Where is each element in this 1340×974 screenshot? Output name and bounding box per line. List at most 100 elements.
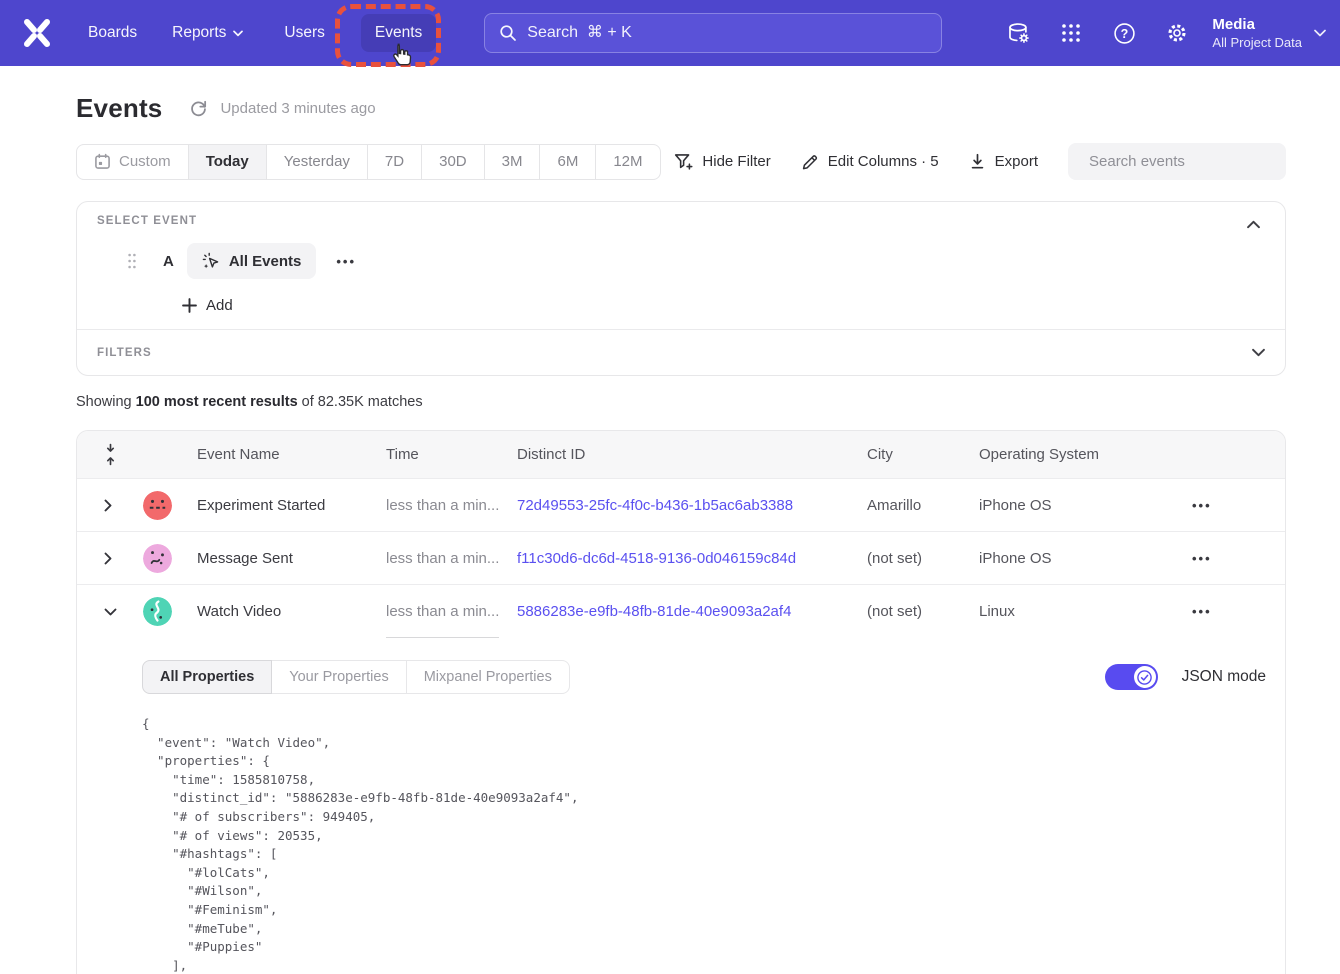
date-range-30d-label: 30D	[439, 153, 467, 170]
select-event-label: SELECT EVENT	[97, 215, 1265, 227]
mixpanel-logo-icon[interactable]	[20, 16, 54, 50]
results-summary-prefix: Showing	[76, 394, 136, 410]
table-row-expanded: Watch Video less than a min... 5886283e-…	[77, 585, 1285, 638]
time-cell: less than a min...	[386, 585, 517, 638]
apps-grid-icon[interactable]	[1058, 20, 1084, 46]
distinct-id-link[interactable]: f11c30d6-dc6d-4518-9136-0d046159c84d	[517, 550, 867, 567]
column-header-time[interactable]: Time	[386, 431, 517, 478]
refresh-icon[interactable]	[189, 99, 209, 119]
nav-item-users[interactable]: Users	[284, 24, 324, 42]
collapse-all-rows-icon[interactable]	[77, 443, 133, 466]
city-cell: Amarillo	[867, 497, 979, 514]
data-source-icon[interactable]	[1005, 20, 1031, 46]
date-range-12m[interactable]: 12M	[595, 145, 659, 179]
collapse-section-icon[interactable]	[1247, 216, 1265, 230]
row-collapse-icon[interactable]	[77, 608, 133, 616]
event-avatar	[143, 491, 172, 520]
hide-filter-button[interactable]: Hide Filter	[674, 153, 770, 171]
results-summary-count: 100 most recent results	[136, 394, 298, 410]
expand-section-icon[interactable]	[1252, 348, 1265, 357]
column-header-event-name[interactable]: Event Name	[181, 446, 386, 463]
project-switcher[interactable]: Media All Project Data	[1212, 15, 1326, 51]
add-event-label: Add	[206, 297, 233, 314]
svg-text:?: ?	[1121, 27, 1129, 41]
os-cell: iPhone OS	[979, 497, 1186, 514]
check-icon	[1137, 670, 1152, 685]
selected-event-button[interactable]: All Events	[187, 243, 317, 279]
row-more-options-icon[interactable]: •••	[1192, 604, 1212, 619]
date-range-6m[interactable]: 6M	[539, 145, 595, 179]
global-search-input[interactable]	[527, 24, 927, 42]
calendar-icon	[94, 153, 111, 170]
search-events-input[interactable]	[1089, 153, 1288, 170]
row-more-options-icon[interactable]: •••	[1192, 551, 1212, 566]
event-avatar	[143, 597, 172, 626]
nav-item-reports-label: Reports	[172, 24, 226, 42]
event-more-options-icon[interactable]: •••	[336, 254, 356, 269]
nav-item-boards[interactable]: Boards	[88, 24, 137, 42]
help-icon[interactable]: ?	[1111, 20, 1137, 46]
column-header-os[interactable]: Operating System	[979, 446, 1186, 463]
city-cell: (not set)	[867, 550, 979, 567]
column-header-distinct-id[interactable]: Distinct ID	[517, 446, 867, 463]
table-header-row: Event Name Time Distinct ID City Operati…	[77, 431, 1285, 479]
city-cell: (not set)	[867, 603, 979, 620]
tab-your-properties[interactable]: Your Properties	[271, 660, 406, 694]
results-summary: Showing 100 most recent results of 82.35…	[76, 394, 1286, 414]
json-mode-label: JSON mode	[1182, 668, 1266, 686]
tab-all-properties[interactable]: All Properties	[142, 660, 272, 694]
event-cursor-sparkle-icon	[202, 252, 220, 270]
top-navbar: Boards Reports Users Events	[0, 0, 1340, 66]
selected-event-label: All Events	[229, 253, 302, 270]
project-name: All Project Data	[1212, 34, 1302, 51]
download-icon	[969, 153, 986, 170]
filter-funnel-icon	[674, 153, 693, 171]
hide-filter-label: Hide Filter	[702, 153, 770, 170]
updated-timestamp: Updated 3 minutes ago	[220, 100, 375, 117]
date-range-30d[interactable]: 30D	[421, 145, 484, 179]
column-header-city[interactable]: City	[867, 446, 979, 463]
event-json-content: { "event": "Watch Video", "properties": …	[142, 715, 1266, 974]
chevron-down-icon	[233, 30, 243, 37]
distinct-id-link[interactable]: 72d49553-25fc-4f0c-b436-1b5ac6ab3388	[517, 497, 867, 514]
edit-columns-button[interactable]: Edit Columns · 5	[801, 153, 939, 171]
filters-section[interactable]: FILTERS	[77, 329, 1285, 375]
json-mode-toggle[interactable]	[1105, 664, 1158, 690]
date-range-7d[interactable]: 7D	[367, 145, 421, 179]
date-range-custom-label: Custom	[119, 153, 171, 170]
search-events-field[interactable]	[1068, 143, 1286, 180]
drag-handle-icon[interactable]	[127, 253, 137, 269]
event-row-letter: A	[163, 253, 174, 270]
date-range-3m[interactable]: 3M	[484, 145, 540, 179]
global-search[interactable]	[484, 13, 942, 53]
table-row: Experiment Started less than a min... 72…	[77, 479, 1285, 532]
export-label: Export	[995, 153, 1038, 170]
time-cell: less than a min...	[386, 532, 517, 584]
row-more-options-icon[interactable]: •••	[1192, 498, 1212, 513]
date-range-7d-label: 7D	[385, 153, 404, 170]
date-range-custom[interactable]: Custom	[77, 145, 188, 179]
distinct-id-link[interactable]: 5886283e-e9fb-48fb-81de-40e9093a2af4	[517, 603, 867, 620]
nav-item-events[interactable]: Events	[361, 14, 436, 52]
nav-item-users-label: Users	[284, 24, 324, 42]
row-expand-icon[interactable]	[77, 499, 133, 512]
export-button[interactable]: Export	[969, 153, 1038, 170]
nav-item-reports[interactable]: Reports	[172, 24, 243, 42]
date-range-yesterday[interactable]: Yesterday	[266, 145, 367, 179]
event-name-cell: Watch Video	[181, 603, 386, 620]
date-range-12m-label: 12M	[613, 153, 642, 170]
nav-item-events-label: Events	[375, 24, 422, 42]
add-event-button[interactable]: Add	[182, 295, 233, 315]
os-cell: iPhone OS	[979, 550, 1186, 567]
date-range-today[interactable]: Today	[188, 145, 266, 179]
event-detail-panel: All Properties Your Properties Mixpanel …	[77, 638, 1285, 974]
date-range-3m-label: 3M	[502, 153, 523, 170]
results-summary-suffix: of 82.35K matches	[298, 394, 423, 410]
main-content: Events Updated 3 minutes ago Custom Toda…	[0, 92, 1340, 974]
nav-item-boards-label: Boards	[88, 24, 137, 42]
date-range-6m-label: 6M	[557, 153, 578, 170]
tab-mixpanel-properties[interactable]: Mixpanel Properties	[406, 660, 570, 694]
event-name-cell: Experiment Started	[181, 497, 386, 514]
row-expand-icon[interactable]	[77, 552, 133, 565]
settings-gear-icon[interactable]	[1164, 20, 1190, 46]
